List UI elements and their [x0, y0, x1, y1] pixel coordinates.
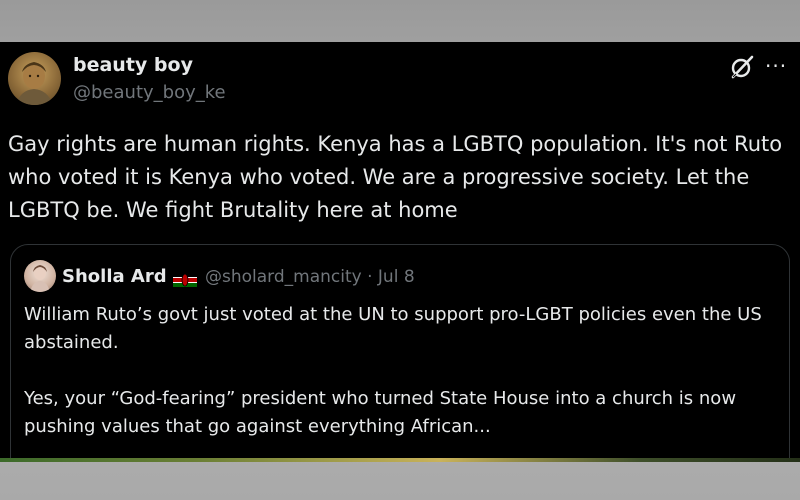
quoted-tweet[interactable]: Sholla Ard @sholard_mancity · Jul 8 Will… [10, 244, 790, 462]
author-handle[interactable]: @beauty_boy_ke [73, 82, 226, 103]
quoted-meta: @sholard_mancity · Jul 8 [205, 267, 415, 287]
media-preview-edge[interactable] [0, 458, 800, 462]
grok-icon[interactable] [729, 54, 755, 80]
quoted-author-name[interactable]: Sholla Ard [62, 266, 167, 287]
meta-separator: · [367, 267, 373, 287]
quoted-paragraph: William Ruto’s govt just voted at the UN… [24, 304, 762, 353]
tweet-text: Gay rights are human rights. Kenya has a… [8, 132, 783, 222]
quoted-date[interactable]: Jul 8 [378, 267, 415, 287]
screenshot-frame: beauty boy @beauty_boy_ke ··· Gay rights… [0, 0, 800, 500]
tweet: beauty boy @beauty_boy_ke ··· Gay rights… [0, 42, 800, 462]
author-display-name[interactable]: beauty boy [73, 54, 193, 76]
author-avatar[interactable] [8, 52, 61, 105]
quoted-author-avatar[interactable] [24, 260, 56, 292]
quoted-author-handle[interactable]: @sholard_mancity [205, 267, 362, 287]
kenya-flag-icon [173, 272, 197, 287]
more-options-icon[interactable]: ··· [765, 56, 787, 76]
quoted-tweet-text: William Ruto’s govt just voted at the UN… [24, 301, 774, 441]
quoted-paragraph: Yes, your “God-fearing” president who tu… [24, 388, 737, 437]
